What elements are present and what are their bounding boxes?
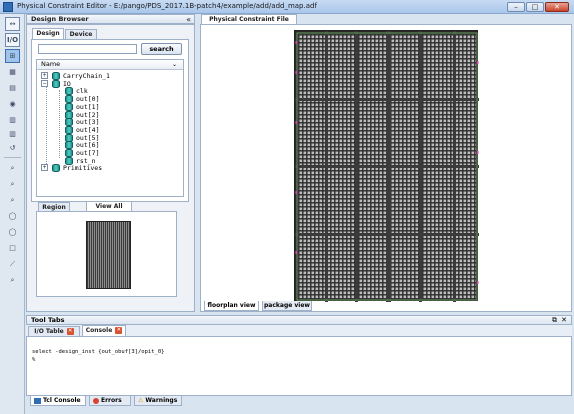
zoom-out-icon[interactable]: ⌕: [5, 193, 20, 207]
tab-warnings[interactable]: ⚠ Warnings: [134, 396, 182, 406]
line-icon[interactable]: ⟋: [5, 257, 20, 271]
design-browser-title: Design Browser: [31, 15, 89, 23]
design-browser-header: Design Browser «: [26, 14, 195, 24]
design-tree: Name ⌄ + CarryChain_1− IO clk out[0] out[1] ou…: [36, 59, 184, 197]
find-icon[interactable]: ⌕: [5, 273, 20, 287]
title-bar: Physical Constraint Editor - E:/pango/PD…: [0, 0, 574, 14]
tool-tabs-header: Tool Tabs ⧉ ✕: [26, 315, 572, 325]
rectangle-icon[interactable]: □: [5, 241, 20, 255]
tab-package-view[interactable]: package view: [262, 301, 312, 311]
close-panel-icon[interactable]: ✕: [561, 316, 567, 325]
minimize-button[interactable]: –: [507, 2, 525, 12]
tree-item-label: Primitives: [63, 164, 103, 173]
collapse-icon[interactable]: «: [186, 15, 191, 24]
circle-icon[interactable]: ◯: [5, 209, 20, 223]
tab-tcl-console-label: Tcl Console: [43, 397, 81, 404]
tab-io-table[interactable]: I/O Table ✕: [28, 326, 80, 336]
floorplan-icon[interactable]: ⊞: [5, 49, 20, 63]
search-input[interactable]: [38, 44, 137, 54]
save-as-icon[interactable]: ▥: [5, 127, 20, 141]
fit-view-icon[interactable]: ↔: [5, 17, 20, 31]
overview-thumbnail[interactable]: [86, 221, 131, 289]
database-icon: [52, 164, 60, 173]
fpga-grid-graphic: [295, 31, 479, 302]
maximize-button[interactable]: □: [526, 2, 544, 12]
tab-floorplan-view[interactable]: floorplan view: [204, 301, 259, 311]
tab-design[interactable]: Design: [32, 28, 64, 39]
overview-panel: [36, 211, 177, 297]
fpga-device-map: [294, 30, 479, 302]
tool-tabs-title: Tool Tabs: [31, 316, 65, 324]
console-icon: [34, 397, 41, 404]
tab-device[interactable]: Device: [65, 29, 97, 39]
sort-caret-icon: ⌄: [171, 61, 177, 68]
close-tab-icon[interactable]: ✕: [66, 328, 74, 335]
tab-tcl-console[interactable]: Tcl Console: [30, 396, 86, 406]
console-output[interactable]: select -design_inst {out_obuf[3]/opit_0}…: [26, 336, 572, 396]
restore-icon[interactable]: ⧉: [552, 316, 557, 325]
collapse-node-icon[interactable]: −: [41, 79, 48, 87]
toolbar-divider: [4, 157, 21, 158]
floorplan-canvas[interactable]: [200, 24, 572, 312]
tree-item[interactable]: + Primitives: [37, 164, 183, 173]
tab-console-label: Console: [85, 327, 113, 334]
table-icon[interactable]: ▤: [5, 81, 20, 95]
tab-errors[interactable]: Errors: [89, 396, 131, 406]
left-toolbar: ↔ I/O ⊞ ▦ ▤ ◉ ▥ ▥ ↺ ⌕ ⌕ ⌕ ◯ ◯ □ ⟋ ⌕: [0, 14, 25, 414]
region-icon[interactable]: ▦: [5, 65, 20, 79]
tab-io-table-label: I/O Table: [34, 328, 64, 335]
warning-icon: ⚠: [138, 397, 144, 404]
zoom-icon[interactable]: ⌕: [5, 161, 20, 175]
column-name: Name: [41, 60, 61, 68]
io-icon[interactable]: I/O: [5, 33, 20, 47]
window-title: Physical Constraint Editor - E:/pango/PD…: [17, 2, 317, 10]
tree-column-header: Name ⌄: [37, 60, 183, 70]
tab-errors-label: Errors: [101, 397, 122, 404]
console-line: select -design_inst {out_obuf[3]/opit_0}: [32, 349, 165, 355]
console-prompt: %: [32, 357, 36, 363]
target-icon[interactable]: ◉: [5, 97, 20, 111]
tab-console[interactable]: Console ✕: [82, 325, 126, 336]
error-icon: [93, 397, 99, 404]
circle-outline-icon[interactable]: ◯: [5, 225, 20, 239]
refresh-icon[interactable]: ↺: [5, 141, 20, 155]
tab-warnings-label: Warnings: [145, 397, 178, 404]
zoom-in-icon[interactable]: ⌕: [5, 177, 20, 191]
close-button[interactable]: ✕: [545, 2, 569, 12]
expand-icon[interactable]: +: [41, 164, 48, 172]
search-button[interactable]: search: [141, 43, 182, 55]
close-tab-icon[interactable]: ✕: [115, 327, 123, 334]
app-icon: [3, 2, 13, 12]
save-icon[interactable]: ▥: [5, 113, 20, 127]
expand-icon[interactable]: +: [41, 72, 48, 79]
